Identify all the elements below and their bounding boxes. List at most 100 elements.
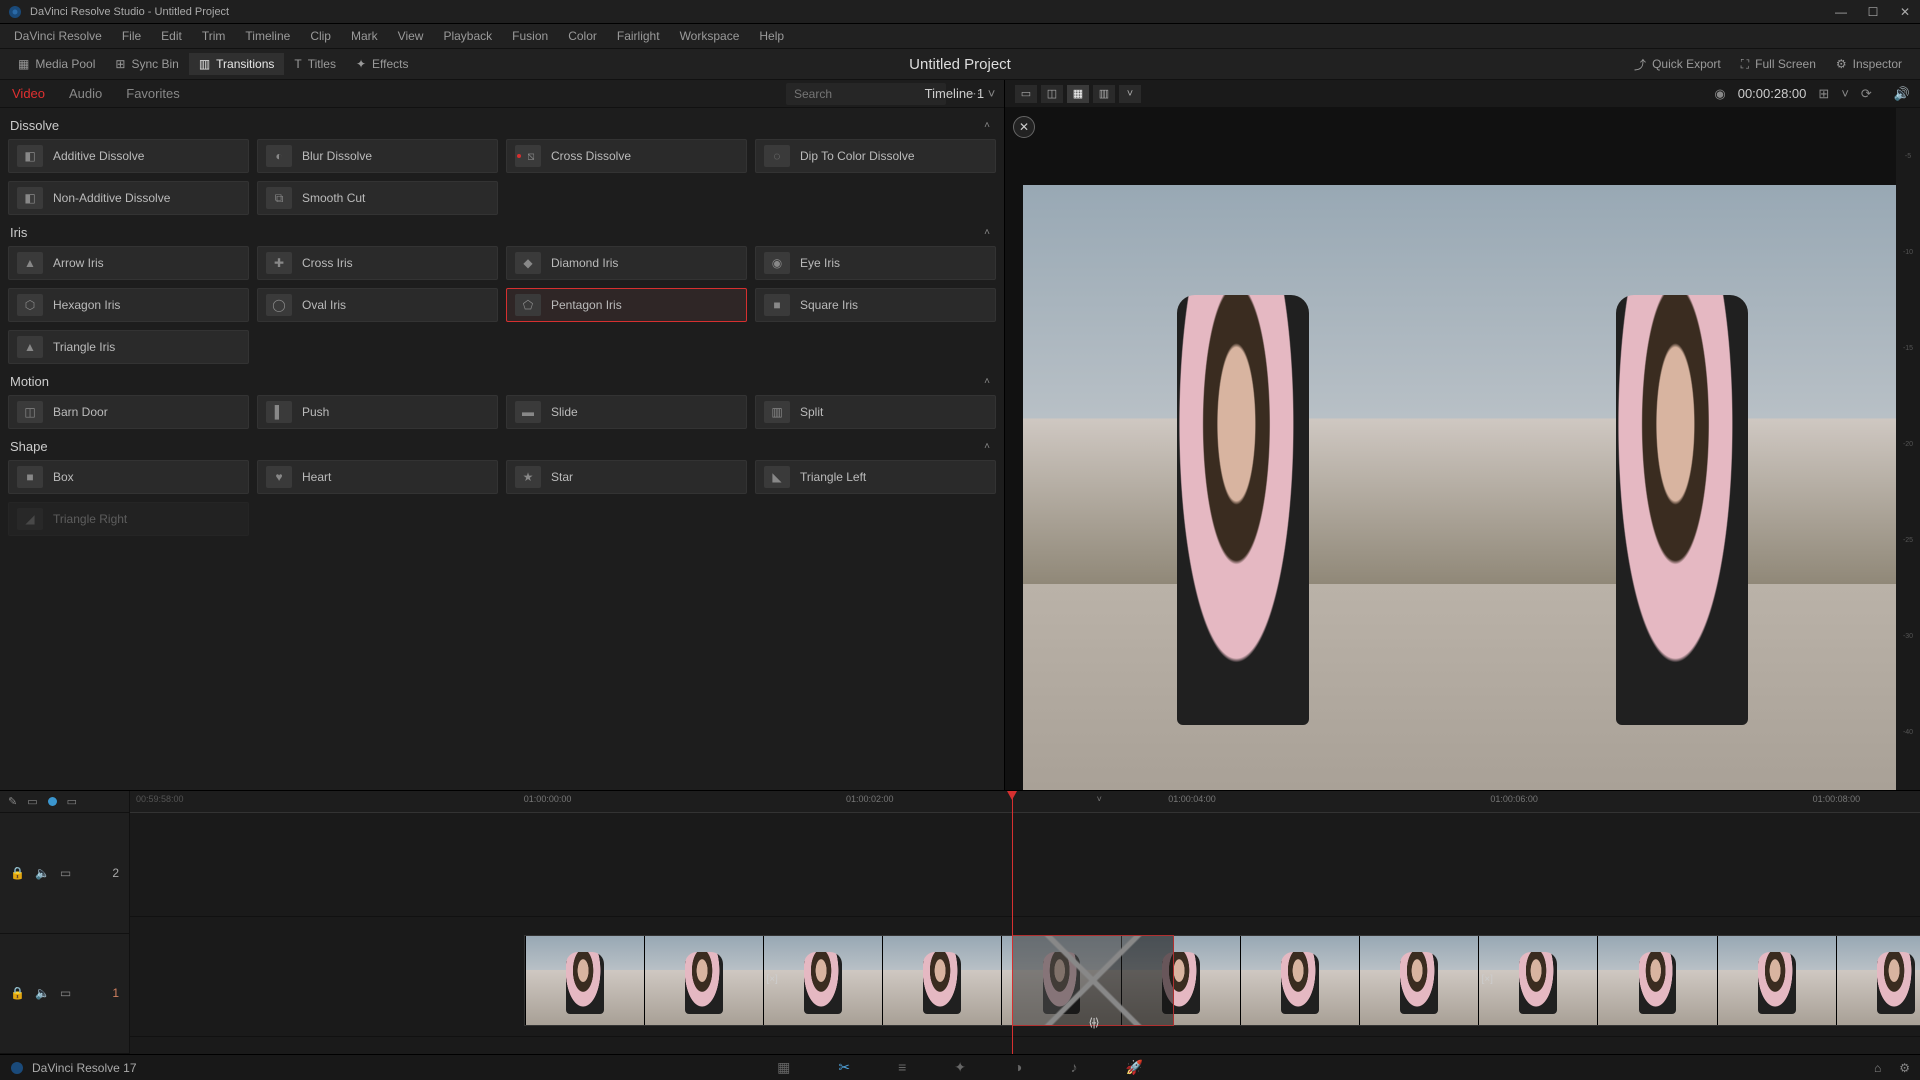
quick-export-button[interactable]: ⤴Quick Export [1624, 52, 1731, 77]
transitions-button[interactable]: ▥Transitions [189, 53, 285, 75]
transition-barn-door[interactable]: ◫Barn Door [8, 395, 249, 429]
clip-v1[interactable]: [×] [×] [524, 935, 1920, 1026]
page-cut-icon[interactable]: ✂ [838, 1059, 850, 1076]
menu-fusion[interactable]: Fusion [504, 27, 556, 45]
category-shape[interactable]: Shape˄ [8, 429, 996, 460]
menu-help[interactable]: Help [751, 27, 792, 45]
inspector-button[interactable]: ⚙Inspector [1826, 52, 1912, 77]
menu-clip[interactable]: Clip [302, 27, 339, 45]
effects-button[interactable]: ✦Effects [346, 53, 419, 75]
transition-on-clip[interactable]: ⟨·|·⟩ [1012, 935, 1173, 1026]
transition-slide[interactable]: ▬Slide [506, 395, 747, 429]
track-header-v1[interactable]: 🔒 🔈 ▭ 1 [0, 934, 129, 1055]
view-dropdown-icon[interactable]: ˅ [1119, 85, 1141, 103]
tab-audio[interactable]: Audio [57, 82, 114, 105]
transition-dip-color[interactable]: ◌Dip To Color Dissolve [755, 139, 996, 173]
mute-icon[interactable]: 🔈 [35, 986, 50, 1000]
auto-track-icon[interactable]: ✎ [8, 795, 17, 808]
transition-non-additive[interactable]: ◧Non-Additive Dissolve [8, 181, 249, 215]
video-track-1[interactable]: [×] [×] ⟨·|·⟩ [130, 917, 1920, 1037]
resize-handle-icon[interactable]: ⟨·|·⟩ [1089, 1016, 1098, 1029]
transition-square-iris[interactable]: ■Square Iris [755, 288, 996, 322]
view-single-icon[interactable]: ▭ [1015, 85, 1037, 103]
timeline-name[interactable]: Timeline 1 [925, 86, 996, 101]
media-pool-button[interactable]: ▦Media Pool [8, 53, 105, 75]
menu-view[interactable]: View [390, 27, 432, 45]
view-dual-icon[interactable]: ◫ [1041, 85, 1063, 103]
transition-smooth-cut[interactable]: ⧉Smooth Cut [257, 181, 498, 215]
home-icon[interactable]: ⌂ [1874, 1061, 1881, 1075]
timeline-ruler[interactable]: 00:59:58:00 01:00:00:00 01:00:02:00 01:0… [130, 791, 1920, 813]
transition-eye-iris[interactable]: ◉Eye Iris [755, 246, 996, 280]
category-dissolve[interactable]: Dissolve˄ [8, 108, 996, 139]
transition-split[interactable]: ▥Split [755, 395, 996, 429]
timeline-body[interactable]: 00:59:58:00 01:00:00:00 01:00:02:00 01:0… [130, 791, 1920, 1054]
tab-favorites[interactable]: Favorites [114, 82, 191, 105]
record-icon[interactable]: ◉ [1714, 86, 1725, 102]
page-fairlight-icon[interactable]: ♪ [1070, 1059, 1077, 1076]
page-deliver-icon[interactable]: 🚀 [1125, 1059, 1142, 1076]
speaker-icon[interactable]: 🔊 [1894, 86, 1910, 102]
transition-cross-dissolve[interactable]: ⧅Cross Dissolve [506, 139, 747, 173]
page-media-icon[interactable]: ▦ [777, 1059, 790, 1076]
transition-pentagon-iris[interactable]: ⬠Pentagon Iris [506, 288, 747, 322]
transition-arrow-iris[interactable]: ▲Arrow Iris [8, 246, 249, 280]
transition-additive-dissolve[interactable]: ◧Additive Dissolve [8, 139, 249, 173]
transition-push[interactable]: ▌Push [257, 395, 498, 429]
transition-oval-iris[interactable]: ◯Oval Iris [257, 288, 498, 322]
view-mode-icon[interactable]: ▥ [1093, 85, 1115, 103]
minimize-button[interactable]: — [1834, 5, 1848, 19]
marker-down-icon[interactable]: ˅ [1097, 794, 1102, 804]
bypass-icon[interactable]: ⟳ [1861, 86, 1872, 102]
page-fusion-icon[interactable]: ✦ [954, 1059, 966, 1076]
menu-timeline[interactable]: Timeline [237, 27, 298, 45]
track-header-v2[interactable]: 🔒 🔈 ▭ 2 [0, 813, 129, 934]
transition-cross-iris[interactable]: ✚Cross Iris [257, 246, 498, 280]
tab-video[interactable]: Video [0, 82, 57, 105]
menu-edit[interactable]: Edit [153, 27, 190, 45]
tc-dropdown-icon[interactable]: ˅ [1841, 86, 1849, 101]
project-settings-icon[interactable]: ⚙ [1899, 1061, 1910, 1075]
transition-blur-dissolve[interactable]: ◐Blur Dissolve [257, 139, 498, 173]
menu-file[interactable]: File [114, 27, 149, 45]
menu-trim[interactable]: Trim [194, 27, 234, 45]
menu-playback[interactable]: Playback [435, 27, 500, 45]
menu-resolve[interactable]: DaVinci Resolve [6, 27, 110, 45]
menu-fairlight[interactable]: Fairlight [609, 27, 668, 45]
lock-icon[interactable]: 🔒 [10, 986, 25, 1000]
transition-triangle-iris[interactable]: ▲Triangle Iris [8, 330, 249, 364]
menu-mark[interactable]: Mark [343, 27, 386, 45]
transition-triangle-left[interactable]: ◣Triangle Left [755, 460, 996, 494]
viewer-close-icon[interactable]: ✕ [1013, 116, 1035, 138]
titles-button[interactable]: TTitles [284, 53, 346, 75]
search-input[interactable] [786, 83, 946, 105]
category-iris[interactable]: Iris˄ [8, 215, 996, 246]
maximize-button[interactable]: ☐ [1866, 5, 1880, 19]
lock-tracks-icon[interactable]: ▭ [27, 795, 37, 808]
page-edit-icon[interactable]: ≡ [898, 1059, 906, 1076]
mute-icon[interactable]: 🔈 [35, 866, 50, 880]
track-enable-icon[interactable]: ▭ [60, 866, 71, 880]
video-track-2[interactable] [130, 813, 1920, 917]
view-trim-icon[interactable]: ▦ [1067, 85, 1089, 103]
sync-lock-icon[interactable] [48, 797, 57, 806]
page-color-icon[interactable]: ◑ [1014, 1059, 1022, 1076]
category-motion[interactable]: Motion˄ [8, 364, 996, 395]
tc-options-icon[interactable]: ⊞ [1818, 86, 1829, 102]
full-screen-button[interactable]: ⛶Full Screen [1731, 52, 1826, 77]
menu-workspace[interactable]: Workspace [672, 27, 748, 45]
track-enable-icon[interactable]: ▭ [60, 986, 71, 1000]
transition-heart[interactable]: ♥Heart [257, 460, 498, 494]
close-button[interactable]: ✕ [1898, 5, 1912, 19]
viewer[interactable]: ✕ -5 -10 -15 -20 -25 -30 -40 -50 [1005, 108, 1920, 876]
sync-bin-button[interactable]: ⊞Sync Bin [105, 53, 188, 75]
transition-star[interactable]: ★Star [506, 460, 747, 494]
transition-box[interactable]: ■Box [8, 460, 249, 494]
transition-diamond-iris[interactable]: ◆Diamond Iris [506, 246, 747, 280]
playhead[interactable] [1012, 791, 1013, 1054]
track-view-icon[interactable]: ▭ [67, 795, 77, 808]
transition-hexagon-iris[interactable]: ⬡Hexagon Iris [8, 288, 249, 322]
menu-color[interactable]: Color [560, 27, 605, 45]
lock-icon[interactable]: 🔒 [10, 866, 25, 880]
transition-triangle-right[interactable]: ◢Triangle Right [8, 502, 249, 536]
